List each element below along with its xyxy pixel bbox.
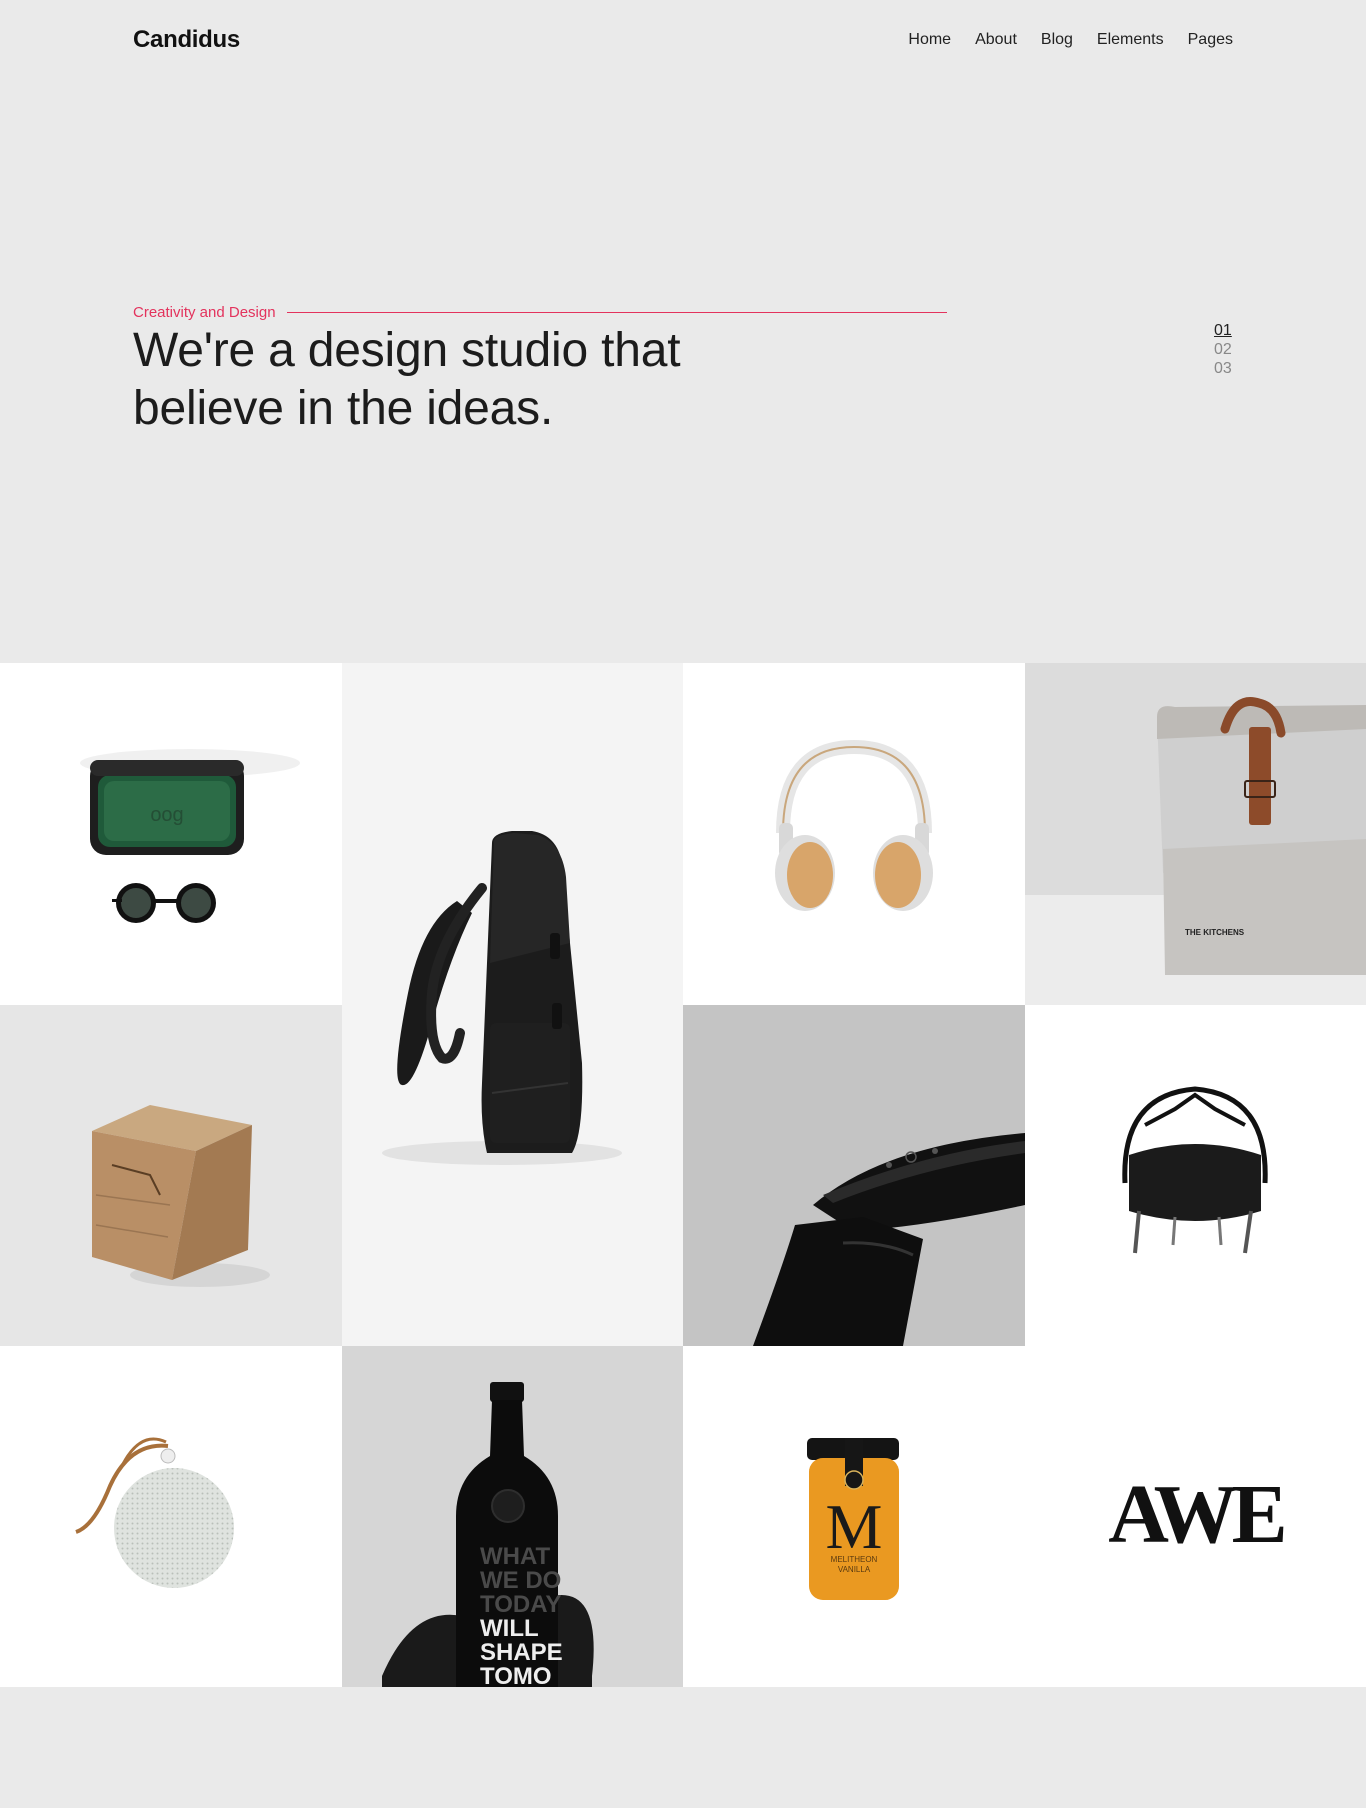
portfolio-item-speaker[interactable] — [0, 1346, 342, 1687]
hero-title-line-1: We're a design studio that — [133, 324, 681, 377]
slide-link-01[interactable]: 01 — [1214, 322, 1232, 340]
site-header: Candidus Home About Blog Elements Pages — [0, 0, 1366, 82]
nav-home[interactable]: Home — [908, 31, 951, 49]
nav-about[interactable]: About — [975, 31, 1017, 49]
paper-bag-image: THE KITCHENS — [1025, 697, 1366, 1005]
smartwatch-image — [753, 1133, 1025, 1346]
portfolio-item-paper-bag[interactable]: THE KITCHENS — [1025, 663, 1366, 1005]
bottle-text-line-3: TODAY — [480, 1591, 561, 1618]
portfolio-item-backpack[interactable] — [342, 663, 683, 1346]
portfolio-grid: oog THE KITCHENS WHAT WE DO TODAY WILL S… — [0, 663, 1366, 1687]
hero-title: We're a design studio that believe in th… — [133, 322, 833, 438]
portfolio-item-glasses-case[interactable]: oog — [0, 663, 342, 1005]
hero-eyebrow-text: Creativity and Design — [133, 304, 276, 321]
hero-eyebrow: Creativity and Design — [133, 304, 947, 321]
svg-text:oog: oog — [150, 804, 183, 826]
portfolio-item-smartwatch[interactable] — [683, 1005, 1025, 1346]
portfolio-item-wood-cube[interactable] — [0, 1005, 342, 1346]
bottle-text-line-1: WHAT — [480, 1543, 551, 1570]
portfolio-item-wine-bottle[interactable]: WHAT WE DO TODAY WILL SHAPE TOMO — [342, 1346, 683, 1687]
headphones-image — [775, 739, 933, 911]
portfolio-item-headphones[interactable] — [683, 663, 1025, 1005]
nav-blog[interactable]: Blog — [1041, 31, 1073, 49]
nav-pages[interactable]: Pages — [1188, 31, 1233, 49]
portfolio-item-honey-jar[interactable]: M MELITHEON VANILLA — [683, 1346, 1025, 1687]
hero-eyebrow-line — [286, 312, 947, 313]
portfolio-item-awe-logo[interactable]: AWE — [1025, 1346, 1366, 1687]
awe-logo-image: AWE — [1108, 1468, 1289, 1561]
jar-brand: MELITHEON — [831, 1555, 878, 1564]
slider-pagination: 01 02 03 — [1214, 322, 1232, 378]
slide-link-03[interactable]: 03 — [1214, 360, 1232, 378]
jar-letter: M — [826, 1491, 883, 1562]
bottle-text-line-2: WE DO — [480, 1567, 561, 1594]
honey-jar-image: M MELITHEON VANILLA — [807, 1438, 899, 1600]
wood-cube-image — [92, 1105, 270, 1287]
main-nav: Home About Blog Elements Pages — [908, 31, 1233, 49]
nav-elements[interactable]: Elements — [1097, 31, 1164, 49]
glasses-case-image: oog — [80, 749, 300, 923]
bottle-text-line-5: SHAPE — [480, 1639, 563, 1666]
slide-link-02[interactable]: 02 — [1214, 341, 1232, 359]
bottle-text-line-4: WILL — [480, 1615, 539, 1642]
awe-logo-text: AWE — [1108, 1468, 1283, 1561]
portfolio-item-chair[interactable] — [1025, 1005, 1366, 1346]
jar-flavor: VANILLA — [838, 1565, 871, 1574]
chair-image — [1122, 1086, 1268, 1254]
speaker-image — [75, 1437, 234, 1588]
bottle-text-line-6: TOMO — [480, 1663, 552, 1687]
hero-title-line-2: believe in the ideas. — [133, 382, 554, 435]
bag-print-text: THE KITCHENS — [1185, 928, 1245, 937]
site-logo[interactable]: Candidus — [133, 26, 240, 54]
backpack-image — [382, 831, 622, 1165]
wine-bottle-image: WHAT WE DO TODAY WILL SHAPE TOMO — [382, 1382, 594, 1687]
